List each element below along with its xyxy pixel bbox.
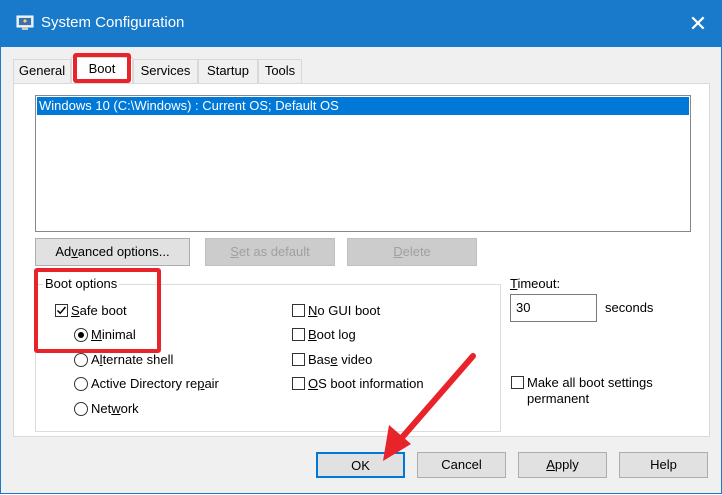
os-list[interactable]: Windows 10 (C:\Windows) : Current OS; De…: [35, 95, 691, 232]
active-directory-label-a: Active Directory re: [91, 376, 198, 391]
boot-log-checkbox[interactable]: Boot log: [292, 327, 356, 345]
system-configuration-window: System Configuration ✕ General Boot Serv…: [0, 0, 722, 494]
alternate-shell-label-a: A: [91, 352, 100, 367]
active-directory-label-c: air: [204, 376, 219, 391]
timeout-unit: seconds: [605, 300, 654, 315]
radio-icon: [74, 353, 88, 367]
os-boot-info-label-c: S boot information: [318, 376, 424, 391]
advanced-options-label-c: anced options...: [77, 244, 170, 259]
close-icon: ✕: [688, 11, 708, 37]
network-label-a: Net: [91, 401, 112, 416]
alternate-shell-radio[interactable]: Alternate shell: [74, 352, 173, 370]
tab-startup[interactable]: Startup: [198, 59, 258, 83]
active-directory-repair-radio[interactable]: Active Directory repair: [74, 376, 219, 394]
set-default-label-b: S: [230, 244, 239, 259]
network-label-b: w: [111, 401, 121, 416]
help-button[interactable]: Help: [619, 452, 708, 478]
network-label-c: ork: [120, 401, 139, 416]
radio-icon: [74, 402, 88, 416]
checkbox-icon: [292, 304, 305, 317]
boot-tab-panel: Windows 10 (C:\Windows) : Current OS; De…: [13, 83, 710, 437]
no-gui-boot-checkbox[interactable]: No GUI boot: [292, 303, 380, 321]
os-list-item[interactable]: Windows 10 (C:\Windows) : Current OS; De…: [37, 97, 689, 115]
ok-button[interactable]: OK: [316, 452, 405, 478]
timeout-input[interactable]: 30: [510, 294, 597, 322]
close-button[interactable]: ✕: [675, 1, 721, 47]
base-video-label-c: video: [337, 352, 373, 367]
boot-options-highlight: [34, 268, 161, 353]
checkbox-icon: [292, 328, 305, 341]
network-radio[interactable]: Network: [74, 401, 139, 419]
make-permanent-checkbox[interactable]: Make all boot settings permanent: [511, 375, 653, 409]
timeout-label: Timeout:: [510, 276, 560, 294]
apply-label-a: A: [546, 457, 555, 472]
delete-label-c: elete: [402, 244, 431, 259]
delete-button[interactable]: Delete: [347, 238, 477, 266]
boot-log-label-b: B: [308, 327, 317, 342]
os-boot-info-label-b: O: [308, 376, 319, 391]
base-video-checkbox[interactable]: Base video: [292, 352, 372, 370]
set-as-default-button[interactable]: Set as default: [205, 238, 335, 266]
no-gui-label-c: o GUI boot: [317, 303, 381, 318]
boot-tab-highlight: [73, 53, 131, 83]
os-boot-information-checkbox[interactable]: OS boot information: [292, 376, 424, 394]
apply-button[interactable]: Apply: [518, 452, 607, 478]
base-video-label-b: e: [330, 352, 338, 367]
checkbox-icon: [292, 353, 305, 366]
make-permanent-line1: Make all boot settings: [527, 375, 653, 390]
make-permanent-line2: permanent: [527, 391, 590, 406]
checkbox-icon: [292, 377, 305, 390]
cancel-button[interactable]: Cancel: [417, 452, 506, 478]
base-video-label-a: Bas: [308, 352, 331, 367]
title-bar: System Configuration ✕: [1, 1, 721, 47]
set-default-label-c: et as default: [238, 244, 310, 259]
delete-label-b: D: [393, 244, 403, 259]
radio-icon: [74, 377, 88, 391]
tab-services[interactable]: Services: [133, 59, 198, 83]
window-title: System Configuration: [41, 14, 185, 31]
system-configuration-icon: [16, 15, 34, 30]
alternate-shell-label-c: ternate shell: [102, 352, 174, 367]
no-gui-label-b: N: [308, 303, 318, 318]
tab-tools[interactable]: Tools: [258, 59, 302, 83]
checkbox-icon: [511, 376, 524, 389]
apply-label-b: pply: [554, 457, 579, 472]
timeout-label-b: imeout:: [517, 276, 561, 291]
advanced-options-label-a: Ad: [55, 244, 72, 259]
advanced-options-button[interactable]: Advanced options...: [35, 238, 190, 266]
tab-general[interactable]: General: [13, 59, 71, 83]
boot-log-label-c: oot log: [316, 327, 356, 342]
